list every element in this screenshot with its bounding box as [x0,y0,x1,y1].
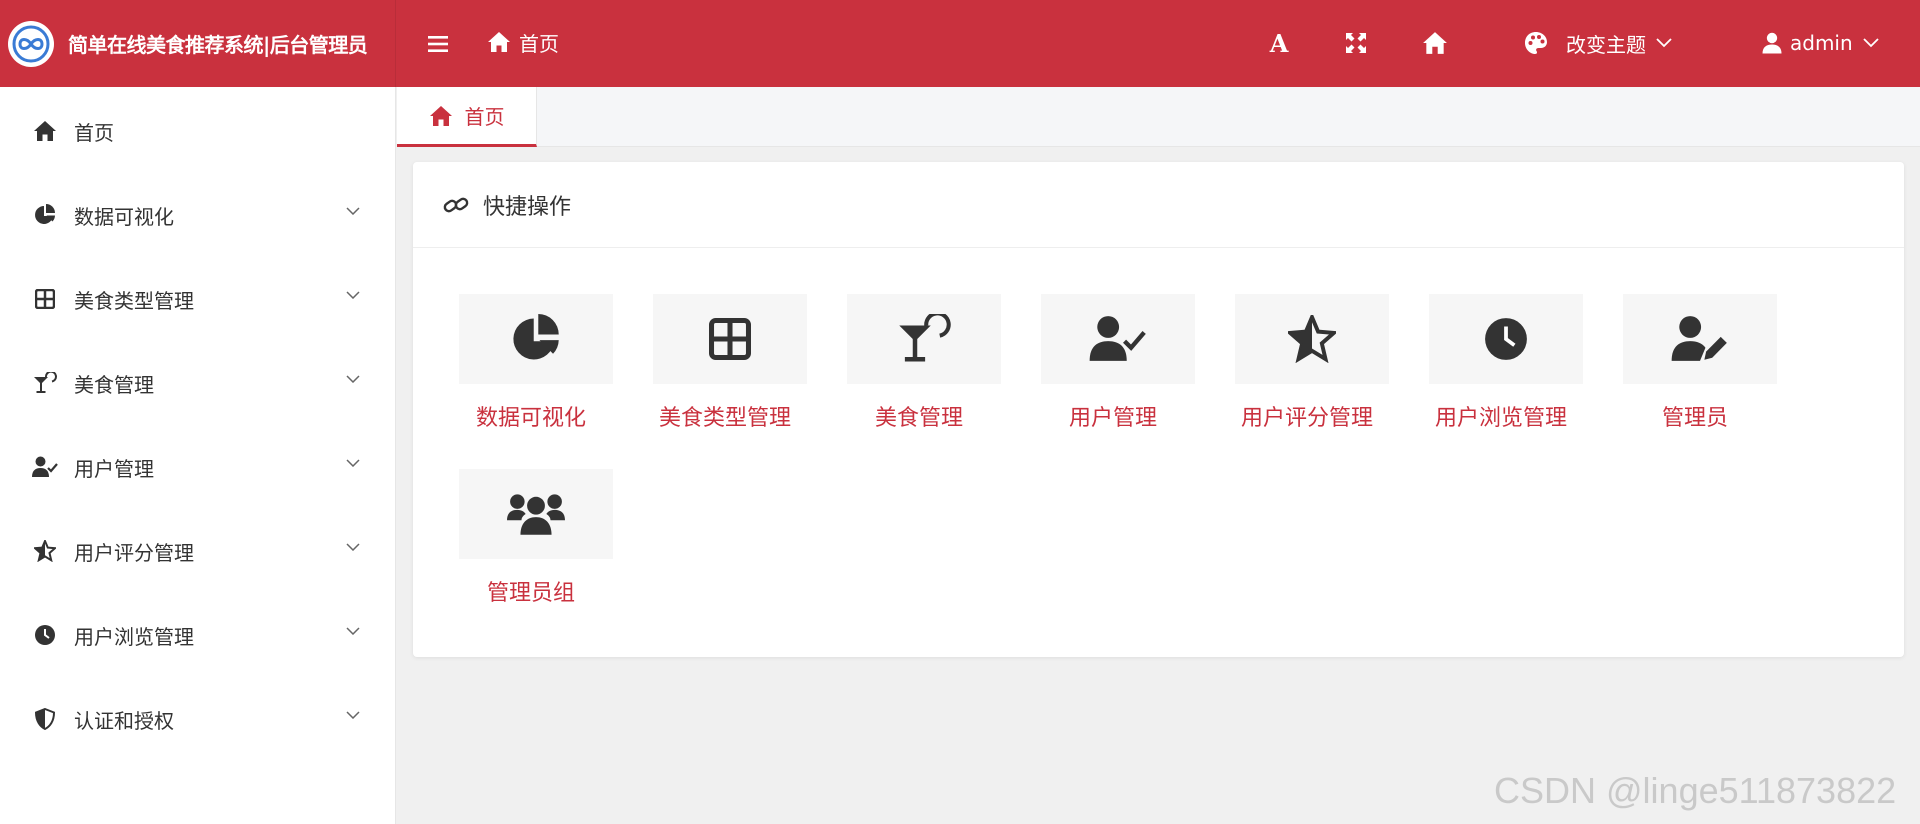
quick-action-label: 用户浏览管理 [1434,406,1567,431]
sidebar-item-label: 认证和授权 [74,708,174,733]
top-header: 简单在线美食推荐系统|后台管理员 首页 A 改变主题 admin [0,0,1920,87]
home-button[interactable] [1418,26,1452,60]
watermark: CSDN @linge511873822 [1494,770,1897,811]
menu-toggle-button[interactable] [428,29,450,59]
chevron-down-icon [1863,38,1879,48]
quick-action-icon-box [1429,294,1583,384]
breadcrumb[interactable]: 首页 [487,26,559,58]
clock-icon [32,622,58,648]
quick-action-icon-box [847,294,1001,384]
sidebar-item-food-type-management[interactable]: 美食类型管理 [0,257,396,341]
app-logo-area[interactable]: 简单在线美食推荐系统|后台管理员 [0,0,396,87]
breadcrumb-label: 首页 [519,31,559,56]
card-header: 快捷操作 [413,162,1904,248]
quick-action-icon-box [459,469,613,559]
menu-icon [428,36,448,52]
app-title: 简单在线美食推荐系统|后台管理员 [68,33,368,57]
tab-bar: 首页 [397,87,1920,147]
user-check-icon [32,454,58,480]
quick-action-icon-box [653,294,807,384]
quick-action-user-rating-management[interactable]: 用户评分管理 [1209,294,1405,434]
font-size-icon: A [1269,28,1289,58]
fullscreen-button[interactable] [1339,26,1373,60]
quick-action-label: 美食类型管理 [658,406,791,431]
star-half-icon [1288,315,1336,363]
cocktail-icon [899,314,951,362]
star-half-icon [32,538,58,564]
chart-pie-icon [513,314,559,360]
chevron-down-icon [346,375,360,383]
home-icon [32,118,58,144]
sidebar-item-label: 美食管理 [74,372,154,397]
sidebar-item-home[interactable]: 首页 [0,89,396,173]
tab-label: 首页 [464,105,505,129]
link-icon [443,197,469,212]
quick-action-administrator-group[interactable]: 管理员组 [433,469,629,609]
sidebar-item-user-browse-management[interactable]: 用户浏览管理 [0,593,396,677]
sidebar-item-label: 首页 [74,120,114,145]
quick-action-user-browse-management[interactable]: 用户浏览管理 [1403,294,1599,434]
home-icon [488,32,510,52]
font-size-button[interactable]: A [1262,26,1296,60]
tab-home[interactable]: 首页 [397,87,537,147]
quick-action-label: 数据可视化 [475,406,586,431]
user-menu-dropdown[interactable]: admin [1762,24,1879,62]
card-title: 快捷操作 [483,194,572,220]
quick-action-icon-box [1041,294,1195,384]
chevron-down-icon [346,627,360,635]
quick-action-food-type-management[interactable]: 美食类型管理 [627,294,823,434]
grid-icon [709,318,751,360]
sidebar-item-user-management[interactable]: 用户管理 [0,425,396,509]
sidebar-item-data-visualization[interactable]: 数据可视化 [0,173,396,257]
user-icon [1762,32,1782,54]
grid-icon [32,286,58,312]
sidebar-item-auth[interactable]: 认证和授权 [0,677,396,761]
quick-action-administrator[interactable]: 管理员 [1597,294,1793,434]
quick-action-label: 用户评分管理 [1240,406,1373,431]
palette-icon [1525,32,1547,54]
home-icon [429,105,452,126]
chevron-down-icon [346,543,360,551]
sidebar-item-label: 用户管理 [74,456,154,481]
shield-icon [32,706,58,732]
chevron-down-icon [1656,38,1672,48]
logo-icon [8,20,54,67]
sidebar-item-label: 美食类型管理 [74,288,194,313]
quick-action-icon-box [459,294,613,384]
sidebar-item-user-rating-management[interactable]: 用户评分管理 [0,509,396,593]
user-edit-icon [1671,316,1727,361]
chart-pie-icon [32,202,58,228]
users-icon [507,494,565,535]
sidebar-item-label: 数据可视化 [74,204,174,229]
quick-action-food-management[interactable]: 美食管理 [821,294,1017,434]
quick-action-data-visualization[interactable]: 数据可视化 [433,294,629,434]
clock-icon [1485,318,1527,360]
cocktail-icon [32,370,58,396]
quick-action-user-management[interactable]: 用户管理 [1015,294,1211,434]
sidebar: 首页 数据可视化 美食类型管理 美食管理 用户管理 用户评分管理 用户浏览管理 … [0,87,396,824]
theme-label: 改变主题 [1566,32,1646,57]
sidebar-item-label: 用户浏览管理 [74,624,194,649]
chevron-down-icon [346,207,360,215]
quick-action-label: 管理员组 [486,581,575,606]
sidebar-item-label: 用户评分管理 [74,540,194,565]
user-check-icon [1089,316,1146,361]
quick-action-label: 管理员 [1661,406,1728,431]
change-theme-dropdown[interactable]: 改变主题 [1524,24,1672,62]
quick-actions-card: 快捷操作 数据可视化 美食类型管理 美食管理 用户管理 用户评分管理 用户浏览管… [413,162,1904,657]
user-name: admin [1790,31,1853,55]
quick-action-icon-box [1623,294,1777,384]
home-icon [1423,32,1447,54]
fullscreen-icon [1346,33,1366,53]
quick-action-label: 用户管理 [1068,406,1157,431]
quick-action-icon-box [1235,294,1389,384]
chevron-down-icon [346,291,360,299]
quick-action-label: 美食管理 [874,406,963,431]
chevron-down-icon [346,459,360,467]
chevron-down-icon [346,711,360,719]
sidebar-item-food-management[interactable]: 美食管理 [0,341,396,425]
